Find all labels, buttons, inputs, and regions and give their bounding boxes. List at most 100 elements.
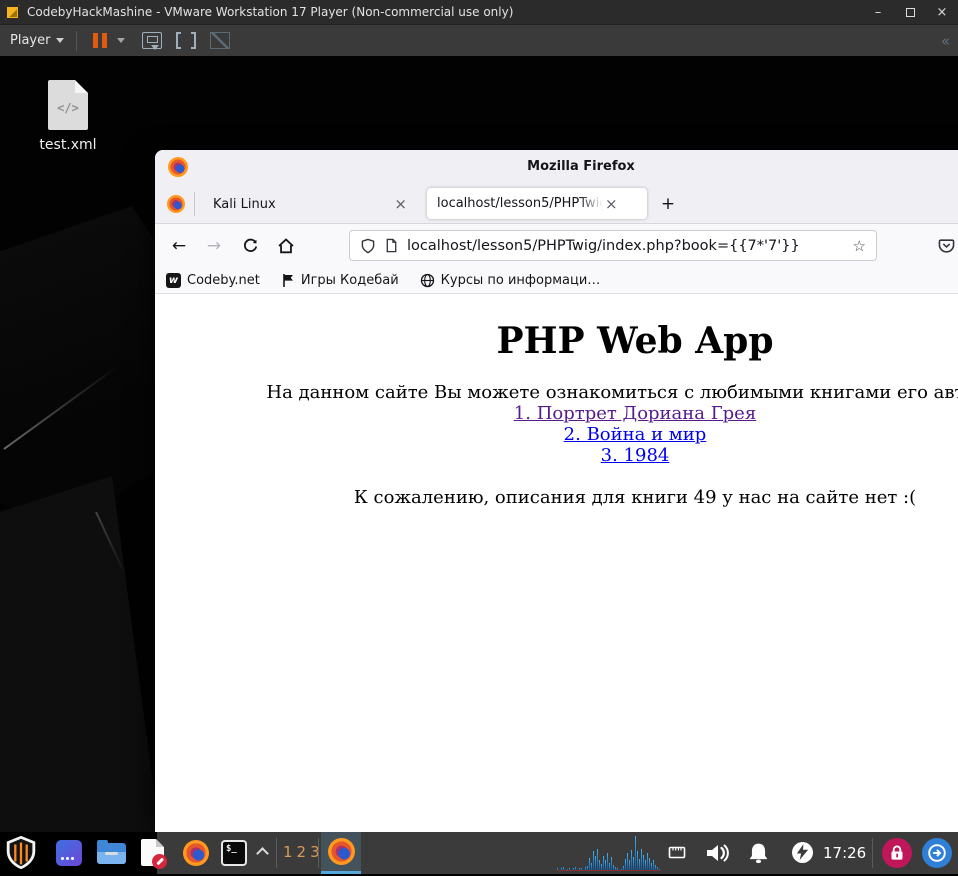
wallpaper-shape: [0, 476, 160, 832]
url-input[interactable]: localhost/lesson5/PHPTwig/index.php?book…: [407, 238, 853, 254]
vmware-titlebar: CodebyHackMashine - VMware Workstation 1…: [0, 0, 958, 24]
kali-menu-button[interactable]: [2, 834, 40, 876]
url-bar[interactable]: localhost/lesson5/PHPTwig/index.php?book…: [349, 230, 877, 261]
reload-button[interactable]: [236, 232, 264, 260]
book-link-1[interactable]: 2. Война и мир: [564, 424, 707, 445]
power-manager-icon[interactable]: [792, 842, 813, 863]
pocket-button[interactable]: [935, 235, 957, 257]
firefox-launcher[interactable]: [183, 840, 209, 866]
lock-icon: [891, 845, 903, 860]
bookmark-star-icon[interactable]: ☆: [853, 237, 866, 255]
suspend-vm-button[interactable]: [89, 31, 111, 50]
maximize-icon: [905, 7, 915, 17]
code-glyph: </>: [57, 101, 79, 115]
globe-icon: [420, 273, 434, 287]
network-tray-icon[interactable]: [668, 844, 686, 865]
network-graph: [557, 836, 661, 871]
firefox-titlebar[interactable]: Mozilla Firefox: [155, 150, 958, 184]
bookmark-label: Codeby.net: [187, 272, 260, 288]
kali-logo-icon: [6, 835, 36, 870]
web-page-content: PHP Web App На данном сайте Вы можете оз…: [155, 294, 958, 831]
vmware-app-icon: [5, 4, 20, 20]
not-found-message: К сожалению, описания для книги 49 у нас…: [353, 487, 917, 509]
suspend-options-caret[interactable]: [117, 38, 126, 43]
unity-disabled-button: [210, 32, 231, 49]
bookmark-kursy[interactable]: Курсы по информаци…: [420, 272, 601, 288]
notification-bell-icon[interactable]: [747, 841, 770, 869]
panel-divider: [318, 838, 319, 868]
bookmark-label: Курсы по информаци…: [440, 272, 601, 288]
intro-text: На данном сайте Вы можете ознакомиться с…: [266, 382, 958, 403]
tabstrip-divider: [194, 192, 195, 216]
vmware-window-title: CodebyHackMashine - VMware Workstation 1…: [27, 5, 514, 19]
vmware-window-controls: – ×: [862, 0, 958, 24]
book-link-2[interactable]: 3. 1984: [601, 445, 670, 466]
bookmark-label: Игры Кодебай: [300, 272, 399, 288]
tab-close-icon[interactable]: ×: [603, 195, 620, 213]
clock[interactable]: 17:26: [823, 844, 866, 862]
bookmarks-toolbar: w Codeby.net Игры Кодебай Курсы по инфор…: [155, 267, 958, 294]
tab-title: Kali Linux: [213, 196, 276, 212]
pocket-icon: [938, 238, 954, 253]
terminal-launcher[interactable]: $_: [221, 840, 247, 866]
lock-screen-button[interactable]: [882, 838, 912, 868]
firefox-logo-icon: [327, 838, 355, 865]
tab-title: localhost/lesson5/PHPTwig/in: [437, 196, 603, 211]
lightning-bolt-icon: [796, 844, 809, 860]
volume-tray-icon[interactable]: [705, 841, 730, 869]
back-button[interactable]: ←: [165, 232, 193, 260]
book-link-0[interactable]: 1. Портрет Дориана Грея: [514, 403, 756, 424]
kali-desktop: </> test.xml Mozilla Firefox Kali Linux …: [0, 56, 958, 832]
panel-expand-arrow-icon[interactable]: [256, 847, 269, 860]
vmware-toolbar: Player «: [0, 24, 958, 56]
firefox-task-button-active[interactable]: [321, 832, 361, 874]
xml-file-icon: </>: [48, 80, 88, 130]
flag-icon: [283, 273, 293, 287]
home-icon: [278, 238, 294, 254]
send-ctrl-alt-del-button[interactable]: [142, 32, 163, 50]
app-launcher-icon[interactable]: [56, 840, 82, 866]
tab-localhost-active[interactable]: localhost/lesson5/PHPTwig/in ×: [427, 188, 647, 219]
workspace-1[interactable]: 1: [283, 843, 293, 861]
close-button[interactable]: ×: [926, 0, 958, 24]
chevron-down-icon: [56, 38, 65, 43]
firefox-window-title: Mozilla Firefox: [527, 159, 635, 174]
codeby-favicon: w: [166, 272, 181, 288]
shield-icon[interactable]: [360, 238, 376, 254]
arrow-right-circle-icon: [928, 844, 946, 862]
firefox-logo-icon: [168, 157, 188, 177]
fullscreen-button[interactable]: [176, 32, 197, 49]
maximize-button[interactable]: [894, 0, 926, 24]
page-fold: [156, 839, 164, 847]
intro-paragraph: На данном сайте Вы можете ознакомиться с…: [155, 382, 958, 466]
file-manager-launcher[interactable]: [97, 840, 126, 864]
bookmark-codeby[interactable]: w Codeby.net: [166, 272, 260, 288]
panel-divider: [872, 838, 873, 868]
panel-divider: [276, 838, 277, 868]
page-title: PHP Web App: [496, 320, 774, 362]
tab-close-icon[interactable]: ×: [392, 195, 409, 213]
player-menu[interactable]: Player: [10, 33, 65, 48]
kali-taskbar: $_ 1 2 3 4 17:26: [0, 832, 958, 874]
reload-icon: [243, 238, 257, 252]
player-menu-label: Player: [10, 33, 51, 48]
folder-slot: [105, 852, 118, 855]
home-button[interactable]: [272, 232, 300, 260]
dots-icon: [61, 857, 64, 860]
workspace-2[interactable]: 2: [297, 843, 307, 861]
collapse-toolbar-button[interactable]: «: [941, 32, 950, 50]
page-info-icon[interactable]: [384, 238, 399, 253]
page-fold: [75, 80, 88, 93]
new-tab-button[interactable]: +: [657, 193, 679, 215]
pencil-badge-icon: [152, 854, 167, 869]
minimize-button[interactable]: –: [862, 0, 894, 24]
toolbar-divider: [76, 30, 78, 51]
bookmark-igry-kodebay[interactable]: Игры Кодебай: [281, 273, 399, 288]
firefox-view-button[interactable]: [167, 195, 185, 213]
tab-bar: Kali Linux × localhost/lesson5/PHPTwig/i…: [155, 184, 958, 224]
desktop-file-testxml[interactable]: </> test.xml: [24, 80, 112, 153]
desktop-file-label: test.xml: [39, 137, 97, 153]
logout-button[interactable]: [922, 838, 952, 868]
forward-button: →: [206, 236, 222, 256]
tab-kali-linux[interactable]: Kali Linux ×: [201, 184, 419, 224]
